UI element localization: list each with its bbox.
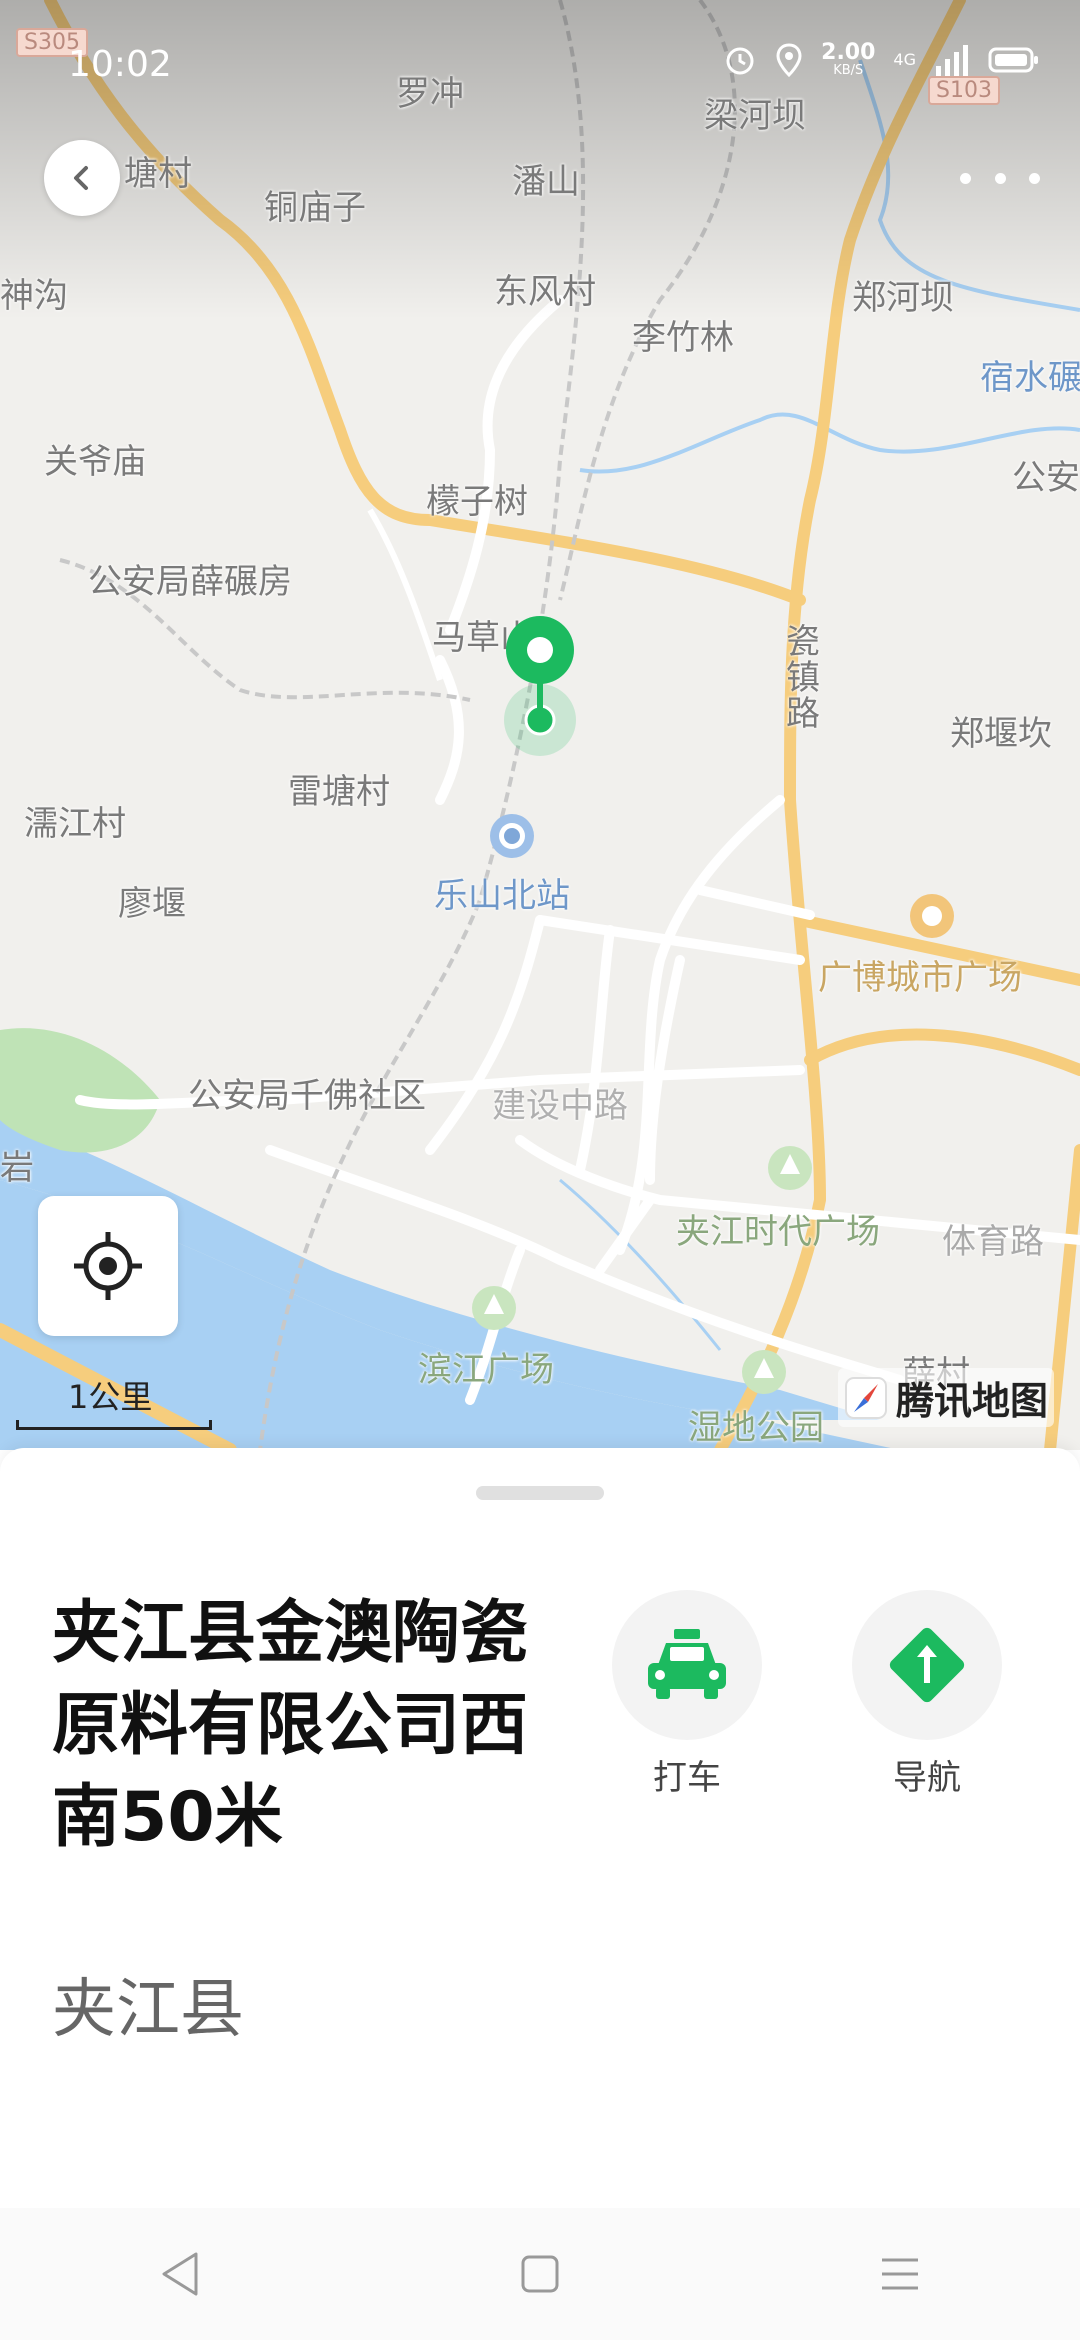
taxi-button-circle[interactable] xyxy=(612,1590,762,1740)
map-label-poi[interactable]: 湿地公园 xyxy=(688,1400,824,1449)
nav-home-button[interactable] xyxy=(500,2234,580,2314)
place-subtitle: 夹江县 xyxy=(52,1973,244,2047)
net-speed-value: 2.00 xyxy=(821,40,876,65)
map-label-poi[interactable]: 夹江时代广场 xyxy=(676,1204,880,1253)
navigation-icon xyxy=(889,1627,965,1703)
menu-lines-icon xyxy=(882,2258,918,2290)
taxi-label: 打车 xyxy=(653,1758,721,1798)
map-logo-text: 腾讯地图 xyxy=(895,1379,1048,1423)
map-label: 潘山 xyxy=(512,162,580,202)
map-label: 岩 xyxy=(0,1148,34,1188)
map-scale: 1公里 xyxy=(16,1370,212,1430)
map-label: 体育路 xyxy=(942,1222,1044,1262)
map-label: 塘村 xyxy=(124,154,192,194)
map-label: 公安局千佛社区 xyxy=(188,1076,426,1116)
my-location-button[interactable] xyxy=(38,1196,178,1336)
map-label: 檬子树 xyxy=(426,482,528,522)
map-label: 公安局薛碾房 xyxy=(88,562,292,602)
battery-icon xyxy=(988,47,1038,72)
triangle-back-icon xyxy=(162,2252,198,2296)
map-label: 李竹林 xyxy=(632,318,734,358)
system-nav-bar xyxy=(0,2208,1080,2340)
map-logo: 腾讯地图 xyxy=(837,1368,1054,1427)
scale-bar xyxy=(16,1420,212,1430)
navigate-button-circle[interactable] xyxy=(852,1590,1002,1740)
map-label: 濡江村 xyxy=(24,804,126,844)
status-bar: 10:02 2.00 KB/S 4G xyxy=(0,0,1080,130)
map-label: 建设中路 xyxy=(492,1086,628,1126)
map-label-station[interactable]: 乐山北站 xyxy=(434,868,570,917)
map-label: 公安 xyxy=(1012,458,1080,498)
more-dot-icon xyxy=(960,172,971,184)
crosshair-icon xyxy=(74,1232,142,1300)
nav-menu-button[interactable] xyxy=(860,2234,940,2314)
map-label-poi[interactable]: 广博城市广场 xyxy=(818,950,1022,999)
map-label: 关爷庙 xyxy=(44,442,146,482)
scale-label: 1公里 xyxy=(68,1378,153,1416)
taxi-button[interactable]: 打车 xyxy=(612,1590,762,1799)
taxi-icon xyxy=(648,1629,726,1699)
map-label: 宿水碾 xyxy=(980,358,1080,398)
map-label-poi[interactable]: 滨江广场 xyxy=(418,1342,554,1391)
map-label: 郑堰坎 xyxy=(950,714,1052,754)
map-view[interactable]: S305 S103 罗冲 梁河坝 塘村 铜庙子 潘山 神沟 东风村 郑河坝 李竹… xyxy=(0,0,1080,1450)
sheet-drag-handle[interactable] xyxy=(476,1486,604,1500)
net-speed: 2.00 KB/S xyxy=(821,40,876,78)
alarm-icon xyxy=(726,47,754,74)
map-label: 东风村 xyxy=(494,272,596,312)
place-title: 夹江县金澳陶瓷原料有限公司西南50米 xyxy=(52,1594,529,1857)
map-label: 廖堰 xyxy=(118,884,186,924)
network-type: 4G xyxy=(893,50,916,69)
more-options-button[interactable] xyxy=(960,158,1040,198)
net-speed-unit: KB/S xyxy=(833,63,864,78)
nav-back-button[interactable] xyxy=(140,2234,220,2314)
place-detail-sheet[interactable]: 夹江县金澳陶瓷原料有限公司西南50米 夹江县 打车 导航 xyxy=(0,1448,1080,2208)
location-pin-icon xyxy=(504,616,576,756)
back-button[interactable] xyxy=(44,140,120,216)
compass-icon xyxy=(844,1376,887,1419)
more-dot-icon xyxy=(1029,172,1040,184)
more-dot-icon xyxy=(994,172,1006,184)
map-label: 铜庙子 xyxy=(264,188,366,228)
location-icon xyxy=(776,42,802,77)
map-label: 神沟 xyxy=(0,276,68,316)
map-label: 雷塘村 xyxy=(288,772,390,812)
navigate-button[interactable]: 导航 xyxy=(852,1590,1002,1799)
map-label: 瓷镇路 xyxy=(786,622,820,734)
square-home-icon xyxy=(521,2255,559,2293)
status-icons: 2.00 KB/S 4G xyxy=(723,42,1040,77)
signal-icon xyxy=(936,44,968,76)
map-label: 郑河坝 xyxy=(852,278,954,318)
navigate-label: 导航 xyxy=(893,1758,961,1798)
chevron-left-icon xyxy=(74,166,88,190)
status-time: 10:02 xyxy=(68,44,172,85)
